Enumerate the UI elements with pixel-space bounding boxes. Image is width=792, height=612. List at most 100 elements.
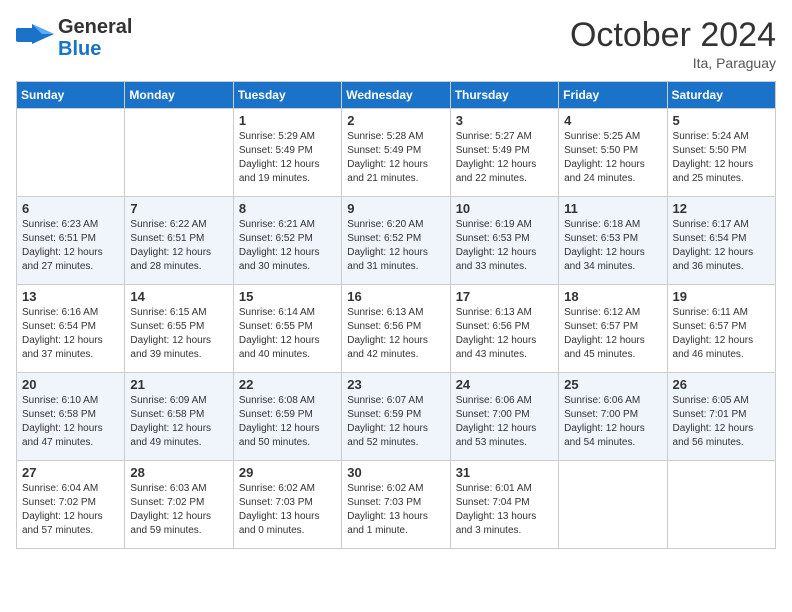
day-number: 1 [239, 113, 336, 128]
day-number: 19 [673, 289, 770, 304]
weekday-header: Monday [125, 82, 233, 109]
calendar-cell: 17 Sunrise: 6:13 AM Sunset: 6:56 PM Dayli… [450, 285, 558, 373]
calendar-week-row: 27 Sunrise: 6:04 AM Sunset: 7:02 PM Dayli… [17, 461, 776, 549]
calendar-cell: 6 Sunrise: 6:23 AM Sunset: 6:51 PM Daylig… [17, 197, 125, 285]
calendar-cell: 31 Sunrise: 6:01 AM Sunset: 7:04 PM Dayli… [450, 461, 558, 549]
day-info: Sunrise: 6:19 AM Sunset: 6:53 PM Dayligh… [456, 218, 553, 274]
day-info: Sunrise: 6:23 AM Sunset: 6:51 PM Dayligh… [22, 218, 119, 274]
calendar-cell: 19 Sunrise: 6:11 AM Sunset: 6:57 PM Dayli… [667, 285, 775, 373]
day-number: 18 [564, 289, 661, 304]
calendar-cell: 16 Sunrise: 6:13 AM Sunset: 6:56 PM Dayli… [342, 285, 450, 373]
day-info: Sunrise: 6:13 AM Sunset: 6:56 PM Dayligh… [456, 306, 553, 362]
day-info: Sunrise: 5:25 AM Sunset: 5:50 PM Dayligh… [564, 130, 661, 186]
day-info: Sunrise: 6:22 AM Sunset: 6:51 PM Dayligh… [130, 218, 227, 274]
day-number: 31 [456, 465, 553, 480]
day-info: Sunrise: 6:16 AM Sunset: 6:54 PM Dayligh… [22, 306, 119, 362]
logo: General Blue [16, 16, 132, 60]
day-number: 27 [22, 465, 119, 480]
calendar-cell: 25 Sunrise: 6:06 AM Sunset: 7:00 PM Dayli… [559, 373, 667, 461]
day-number: 5 [673, 113, 770, 128]
location-subtitle: Ita, Paraguay [570, 55, 776, 71]
day-info: Sunrise: 6:20 AM Sunset: 6:52 PM Dayligh… [347, 218, 444, 274]
day-number: 17 [456, 289, 553, 304]
calendar-cell: 20 Sunrise: 6:10 AM Sunset: 6:58 PM Dayli… [17, 373, 125, 461]
calendar-cell: 4Sunrise: 5:25 AM Sunset: 5:50 PM Daylig… [559, 109, 667, 197]
calendar-cell: 15 Sunrise: 6:14 AM Sunset: 6:55 PM Dayli… [233, 285, 341, 373]
weekday-header: Friday [559, 82, 667, 109]
month-title: October 2024 [570, 16, 776, 55]
day-info: Sunrise: 6:12 AM Sunset: 6:57 PM Dayligh… [564, 306, 661, 362]
calendar-cell: 3Sunrise: 5:27 AM Sunset: 5:49 PM Daylig… [450, 109, 558, 197]
day-number: 29 [239, 465, 336, 480]
day-number: 6 [22, 201, 119, 216]
calendar-cell: 29 Sunrise: 6:02 AM Sunset: 7:03 PM Dayli… [233, 461, 341, 549]
day-number: 7 [130, 201, 227, 216]
day-number: 9 [347, 201, 444, 216]
day-info: Sunrise: 6:10 AM Sunset: 6:58 PM Dayligh… [22, 394, 119, 450]
day-info: Sunrise: 6:21 AM Sunset: 6:52 PM Dayligh… [239, 218, 336, 274]
day-number: 12 [673, 201, 770, 216]
day-info: Sunrise: 6:04 AM Sunset: 7:02 PM Dayligh… [22, 482, 119, 538]
calendar-week-row: 1 Sunrise: 5:29 AM Sunset: 5:49 PM Daylig… [17, 109, 776, 197]
day-info: Sunrise: 6:13 AM Sunset: 6:56 PM Dayligh… [347, 306, 444, 362]
calendar-cell: 13 Sunrise: 6:16 AM Sunset: 6:54 PM Dayli… [17, 285, 125, 373]
day-number: 20 [22, 377, 119, 392]
calendar-week-row: 13 Sunrise: 6:16 AM Sunset: 6:54 PM Dayli… [17, 285, 776, 373]
day-info: Sunrise: 6:06 AM Sunset: 7:00 PM Dayligh… [564, 394, 661, 450]
day-info: Sunrise: 6:06 AM Sunset: 7:00 PM Dayligh… [456, 394, 553, 450]
calendar-cell: 26Sunrise: 6:05 AM Sunset: 7:01 PM Dayli… [667, 373, 775, 461]
calendar-cell: 30 Sunrise: 6:02 AM Sunset: 7:03 PM Dayli… [342, 461, 450, 549]
calendar-cell: 7 Sunrise: 6:22 AM Sunset: 6:51 PM Daylig… [125, 197, 233, 285]
day-info: Sunrise: 6:14 AM Sunset: 6:55 PM Dayligh… [239, 306, 336, 362]
day-info: Sunrise: 6:15 AM Sunset: 6:55 PM Dayligh… [130, 306, 227, 362]
calendar-cell: 14 Sunrise: 6:15 AM Sunset: 6:55 PM Dayli… [125, 285, 233, 373]
day-info: Sunrise: 5:28 AM Sunset: 5:49 PM Dayligh… [347, 130, 444, 186]
day-number: 28 [130, 465, 227, 480]
logo-line1: General [58, 16, 132, 38]
weekday-header-row: SundayMondayTuesdayWednesdayThursdayFrid… [17, 82, 776, 109]
calendar-cell: 10Sunrise: 6:19 AM Sunset: 6:53 PM Dayli… [450, 197, 558, 285]
calendar-cell: 1 Sunrise: 5:29 AM Sunset: 5:49 PM Daylig… [233, 109, 341, 197]
title-area: October 2024 Ita, Paraguay [570, 16, 776, 71]
day-number: 16 [347, 289, 444, 304]
day-number: 30 [347, 465, 444, 480]
calendar-cell: 9 Sunrise: 6:20 AM Sunset: 6:52 PM Daylig… [342, 197, 450, 285]
logo-icon [16, 24, 54, 52]
day-info: Sunrise: 6:02 AM Sunset: 7:03 PM Dayligh… [347, 482, 444, 538]
calendar-cell: 12Sunrise: 6:17 AM Sunset: 6:54 PM Dayli… [667, 197, 775, 285]
day-info: Sunrise: 5:29 AM Sunset: 5:49 PM Dayligh… [239, 130, 336, 186]
calendar-cell: 18 Sunrise: 6:12 AM Sunset: 6:57 PM Dayli… [559, 285, 667, 373]
day-number: 15 [239, 289, 336, 304]
day-number: 23 [347, 377, 444, 392]
calendar-cell: 2 Sunrise: 5:28 AM Sunset: 5:49 PM Daylig… [342, 109, 450, 197]
day-number: 25 [564, 377, 661, 392]
day-number: 14 [130, 289, 227, 304]
page-header: General Blue October 2024 Ita, Paraguay [16, 16, 776, 71]
day-number: 3 [456, 113, 553, 128]
weekday-header: Tuesday [233, 82, 341, 109]
calendar-cell: 24Sunrise: 6:06 AM Sunset: 7:00 PM Dayli… [450, 373, 558, 461]
calendar-cell [125, 109, 233, 197]
day-number: 22 [239, 377, 336, 392]
weekday-header: Saturday [667, 82, 775, 109]
day-number: 2 [347, 113, 444, 128]
logo-line2: Blue [58, 38, 132, 60]
day-info: Sunrise: 6:07 AM Sunset: 6:59 PM Dayligh… [347, 394, 444, 450]
calendar-table: SundayMondayTuesdayWednesdayThursdayFrid… [16, 81, 776, 549]
calendar-cell [559, 461, 667, 549]
calendar-cell: 22Sunrise: 6:08 AM Sunset: 6:59 PM Dayli… [233, 373, 341, 461]
day-info: Sunrise: 6:05 AM Sunset: 7:01 PM Dayligh… [673, 394, 770, 450]
weekday-header: Thursday [450, 82, 558, 109]
day-info: Sunrise: 6:02 AM Sunset: 7:03 PM Dayligh… [239, 482, 336, 538]
calendar-cell: 8Sunrise: 6:21 AM Sunset: 6:52 PM Daylig… [233, 197, 341, 285]
calendar-cell [667, 461, 775, 549]
weekday-header: Sunday [17, 82, 125, 109]
day-info: Sunrise: 6:01 AM Sunset: 7:04 PM Dayligh… [456, 482, 553, 538]
day-info: Sunrise: 6:11 AM Sunset: 6:57 PM Dayligh… [673, 306, 770, 362]
calendar-week-row: 20 Sunrise: 6:10 AM Sunset: 6:58 PM Dayli… [17, 373, 776, 461]
day-number: 11 [564, 201, 661, 216]
day-number: 13 [22, 289, 119, 304]
day-info: Sunrise: 5:24 AM Sunset: 5:50 PM Dayligh… [673, 130, 770, 186]
day-info: Sunrise: 6:09 AM Sunset: 6:58 PM Dayligh… [130, 394, 227, 450]
weekday-header: Wednesday [342, 82, 450, 109]
